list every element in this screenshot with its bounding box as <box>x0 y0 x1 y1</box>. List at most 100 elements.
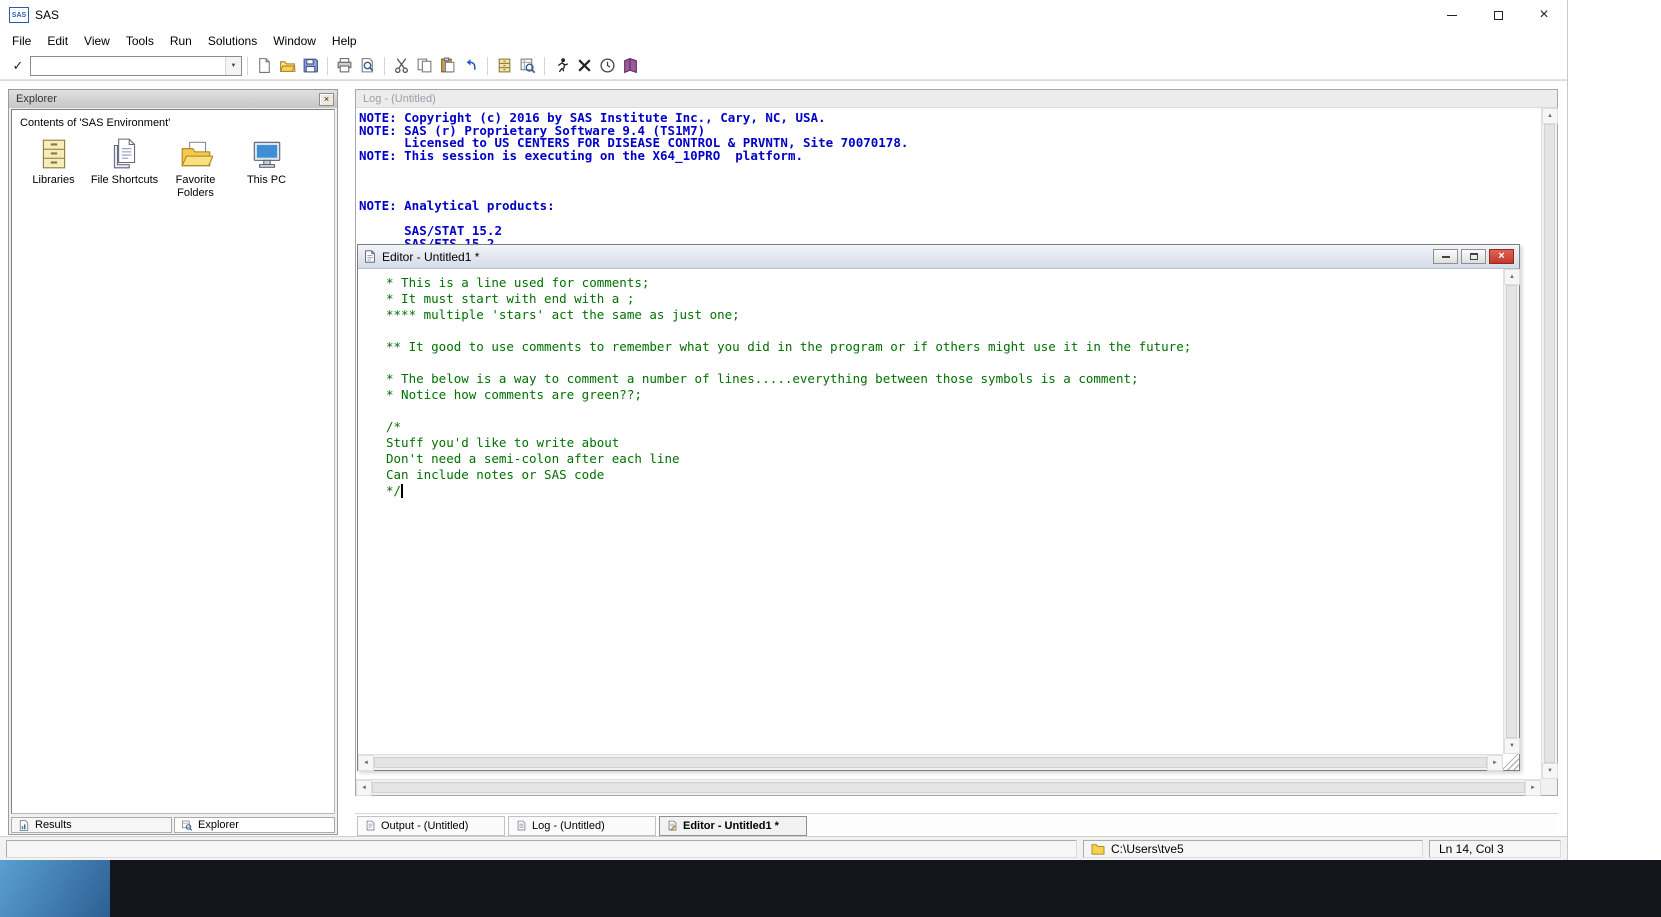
editor-window: Editor - Untitled1 * × * This is a line … <box>357 244 1520 771</box>
new-library-button[interactable] <box>493 55 516 77</box>
maximize-button[interactable] <box>1475 0 1521 30</box>
undo-button[interactable] <box>459 55 482 77</box>
editor-scroll-left-button[interactable]: ◄ <box>358 755 374 771</box>
editor-text-area[interactable]: * This is a line used for comments; * It… <box>358 269 1503 754</box>
editor-scroll-right-button[interactable]: ► <box>1487 755 1503 771</box>
caret-position-text: Ln 14, Col 3 <box>1439 842 1504 856</box>
new-button[interactable] <box>253 55 276 77</box>
sas-app-icon: SAS <box>9 7 29 23</box>
explorer-panel: Explorer × Contents of 'SAS Environment'… <box>8 89 338 835</box>
menu-edit[interactable]: Edit <box>39 32 76 50</box>
cut-button[interactable] <box>390 55 413 77</box>
copy-button[interactable] <box>413 55 436 77</box>
editor-titlebar[interactable]: Editor - Untitled1 * × <box>358 245 1519 269</box>
editor-hscroll-thumb[interactable] <box>374 757 1487 768</box>
paste-button[interactable] <box>436 55 459 77</box>
clear-all-button[interactable] <box>573 55 596 77</box>
explorer-item-libraries[interactable]: Libraries <box>18 137 89 200</box>
window-title: SAS <box>35 8 59 22</box>
tab-label: Explorer <box>198 819 239 831</box>
minimize-button[interactable] <box>1429 0 1475 30</box>
explorer-tab-icon <box>181 819 193 832</box>
editor-vscrollbar[interactable]: ▲ ▼ <box>1503 269 1519 754</box>
sas-main-window: SAS SAS × File Edit View Tools Run Solut… <box>0 0 1568 860</box>
toolbar: ✓ ▼ <box>0 52 1567 80</box>
tab-explorer[interactable]: Explorer <box>174 817 335 833</box>
status-current-directory[interactable]: C:\Users\tve5 <box>1083 840 1423 858</box>
explorer-item-favorite-folders[interactable]: Favorite Folders <box>160 137 231 200</box>
editor-scroll-up-button[interactable]: ▲ <box>1504 269 1520 285</box>
tab-editor-window[interactable]: Editor - Untitled1 * <box>659 816 807 836</box>
editor-maximize-button[interactable] <box>1461 249 1486 264</box>
favorite-folders-icon <box>179 137 213 171</box>
scroll-left-icon: ◄ <box>361 785 367 791</box>
save-button[interactable] <box>299 55 322 77</box>
chevron-down-icon: ▼ <box>231 63 237 69</box>
editor-close-button[interactable]: × <box>1489 249 1514 264</box>
save-icon <box>302 57 319 74</box>
editor-hscrollbar[interactable]: ◄ ► <box>358 754 1503 770</box>
submit-running-man-icon <box>553 57 570 74</box>
log-hscroll-thumb[interactable] <box>372 782 1525 793</box>
log-vscroll-thumb[interactable] <box>1544 124 1555 763</box>
tab-results[interactable]: Results <box>11 817 172 833</box>
menu-view[interactable]: View <box>76 32 118 50</box>
editor-text[interactable]: * This is a line used for comments; * It… <box>358 269 1503 499</box>
interrupt-clock-icon <box>599 57 616 74</box>
log-scroll-right-button[interactable]: ► <box>1525 780 1541 796</box>
minimize-icon <box>1447 15 1457 16</box>
close-button[interactable]: × <box>1521 0 1567 30</box>
copy-icon <box>416 57 433 74</box>
editor-vscroll-thumb[interactable] <box>1506 285 1517 738</box>
file-shortcuts-icon <box>108 137 142 171</box>
submit-button[interactable] <box>550 55 573 77</box>
log-scroll-up-button[interactable]: ▲ <box>1542 108 1558 124</box>
log-vscrollbar[interactable]: ▲ ▼ <box>1541 108 1557 779</box>
command-check-button[interactable]: ✓ <box>8 56 28 76</box>
output-window-icon <box>365 819 376 832</box>
tab-output-window[interactable]: Output - (Untitled) <box>357 816 505 836</box>
interrupt-button[interactable] <box>596 55 619 77</box>
editor-minimize-button[interactable] <box>1433 249 1458 264</box>
menu-file[interactable]: File <box>4 32 39 50</box>
tab-label: Log - (Untitled) <box>532 820 605 832</box>
explorer-button[interactable] <box>516 55 539 77</box>
toolbar-separator <box>487 57 488 75</box>
explorer-close-button[interactable]: × <box>319 93 334 106</box>
menu-run[interactable]: Run <box>162 32 200 50</box>
menu-window[interactable]: Window <box>265 32 324 50</box>
print-preview-button[interactable] <box>356 55 379 77</box>
log-scroll-left-button[interactable]: ◄ <box>356 780 372 796</box>
mdi-workspace: Explorer × Contents of 'SAS Environment'… <box>0 80 1567 836</box>
menu-tools[interactable]: Tools <box>118 32 162 50</box>
command-box: ▼ <box>30 56 242 76</box>
contents-label: Contents of 'SAS Environment' <box>12 110 334 133</box>
log-scroll-corner <box>1541 779 1557 795</box>
help-button[interactable] <box>619 55 642 77</box>
window-controls: × <box>1429 0 1567 30</box>
explorer-item-file-shortcuts[interactable]: File Shortcuts <box>89 137 160 200</box>
explorer-item-this-pc[interactable]: This PC <box>231 137 302 200</box>
taskbar[interactable] <box>0 860 1661 917</box>
editor-resize-grip[interactable] <box>1503 754 1519 770</box>
status-bar: C:\Users\tve5 Ln 14, Col 3 <box>0 836 1567 860</box>
print-button[interactable] <box>333 55 356 77</box>
command-input[interactable] <box>31 57 225 75</box>
tab-log-window[interactable]: Log - (Untitled) <box>508 816 656 836</box>
editor-scroll-down-button[interactable]: ▼ <box>1504 738 1520 754</box>
menu-solutions[interactable]: Solutions <box>200 32 265 50</box>
help-book-icon <box>622 57 639 74</box>
command-dropdown-button[interactable]: ▼ <box>225 57 241 75</box>
window-titlebar[interactable]: SAS SAS × <box>0 0 1567 30</box>
log-titlebar[interactable]: Log - (Untitled) <box>356 90 1557 108</box>
explorer-title: Explorer <box>16 93 319 105</box>
log-scroll-down-button[interactable]: ▼ <box>1542 763 1558 779</box>
log-hscrollbar[interactable]: ◄ ► <box>356 779 1541 795</box>
open-button[interactable] <box>276 55 299 77</box>
log-title: Log - (Untitled) <box>363 93 436 105</box>
menu-help[interactable]: Help <box>324 32 365 50</box>
tab-label: Results <box>35 819 72 831</box>
explorer-titlebar[interactable]: Explorer × <box>9 90 337 108</box>
results-icon <box>18 819 30 832</box>
log-text[interactable]: NOTE: Copyright (c) 2016 by SAS Institut… <box>356 108 1541 251</box>
